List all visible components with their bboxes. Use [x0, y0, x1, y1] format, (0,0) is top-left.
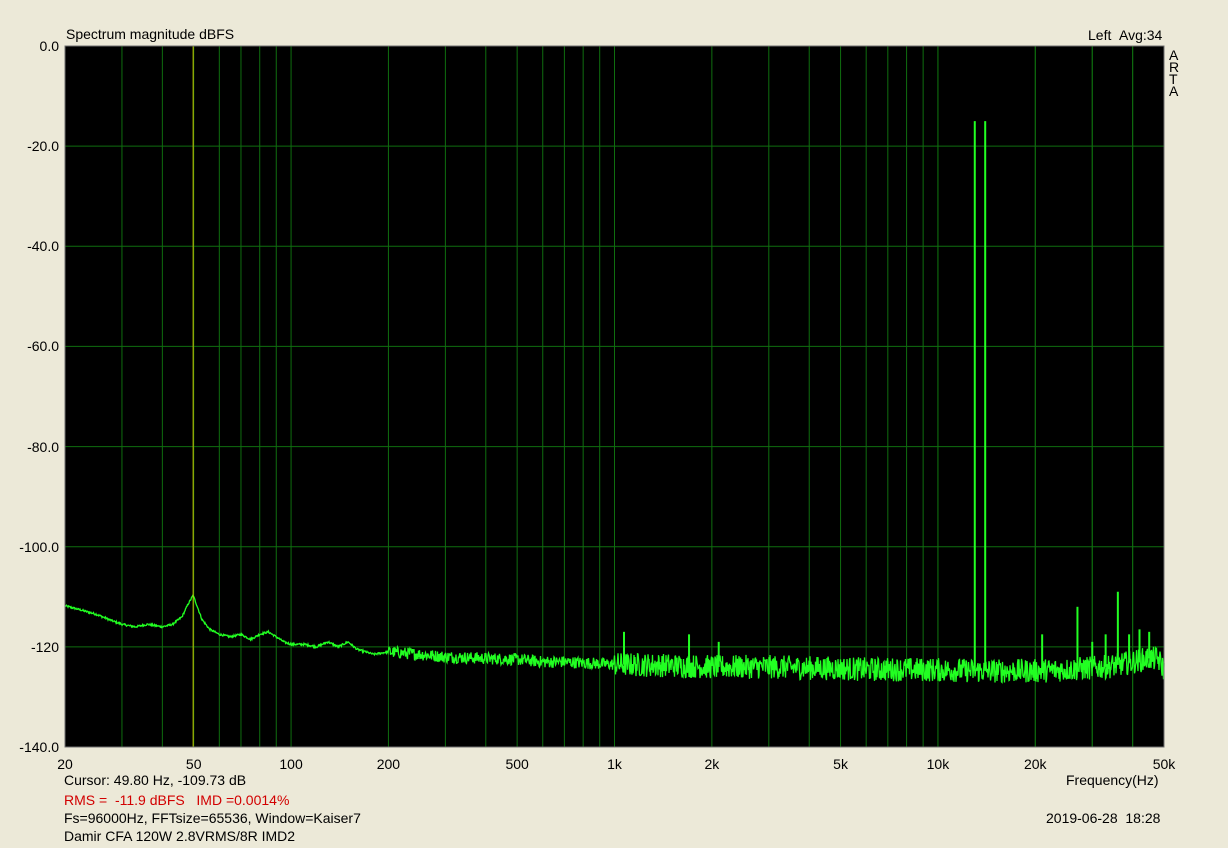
x-tick-label: 200 — [376, 756, 401, 772]
y-tick-label: -60.0 — [27, 338, 59, 355]
x-tick-label: 500 — [505, 756, 529, 772]
cursor-readout: Cursor: 49.80 Hz, -109.73 dB — [64, 772, 247, 788]
x-tick-label: 50k — [1152, 756, 1176, 772]
y-tick-label: -120 — [30, 638, 59, 655]
measurement-description: Damir CFA 120W 2.8VRMS/8R IMD2 — [64, 828, 296, 844]
y-tick-label: -80.0 — [27, 438, 59, 455]
x-tick-label: 20k — [1023, 756, 1047, 772]
y-tick-label: -140.0 — [19, 739, 59, 755]
y-tick-label: 0.0 — [39, 38, 59, 54]
measurement-params: Fs=96000Hz, FFTsize=65536, Window=Kaiser… — [64, 810, 361, 826]
y-tick-label: -20.0 — [27, 138, 59, 155]
spectrum-plot[interactable] — [0, 0, 1228, 848]
x-tick-label: 5k — [833, 756, 848, 772]
x-tick-label: 100 — [279, 756, 303, 772]
x-axis-label: Frequency(Hz) — [1066, 772, 1159, 788]
y-tick-label: -40.0 — [27, 238, 59, 255]
x-tick-label: 10k — [926, 756, 950, 772]
x-tick-label: 2k — [704, 756, 720, 772]
timestamp: 2019-06-28 18:28 — [1046, 810, 1161, 826]
rms-imd-readout: RMS = -11.9 dBFS IMD =0.0014% — [64, 792, 290, 808]
x-tick-label: 1k — [607, 756, 622, 772]
x-tick-label: 20 — [57, 756, 73, 772]
y-tick-label: -100.0 — [19, 538, 59, 555]
x-tick-label: 50 — [185, 756, 202, 772]
